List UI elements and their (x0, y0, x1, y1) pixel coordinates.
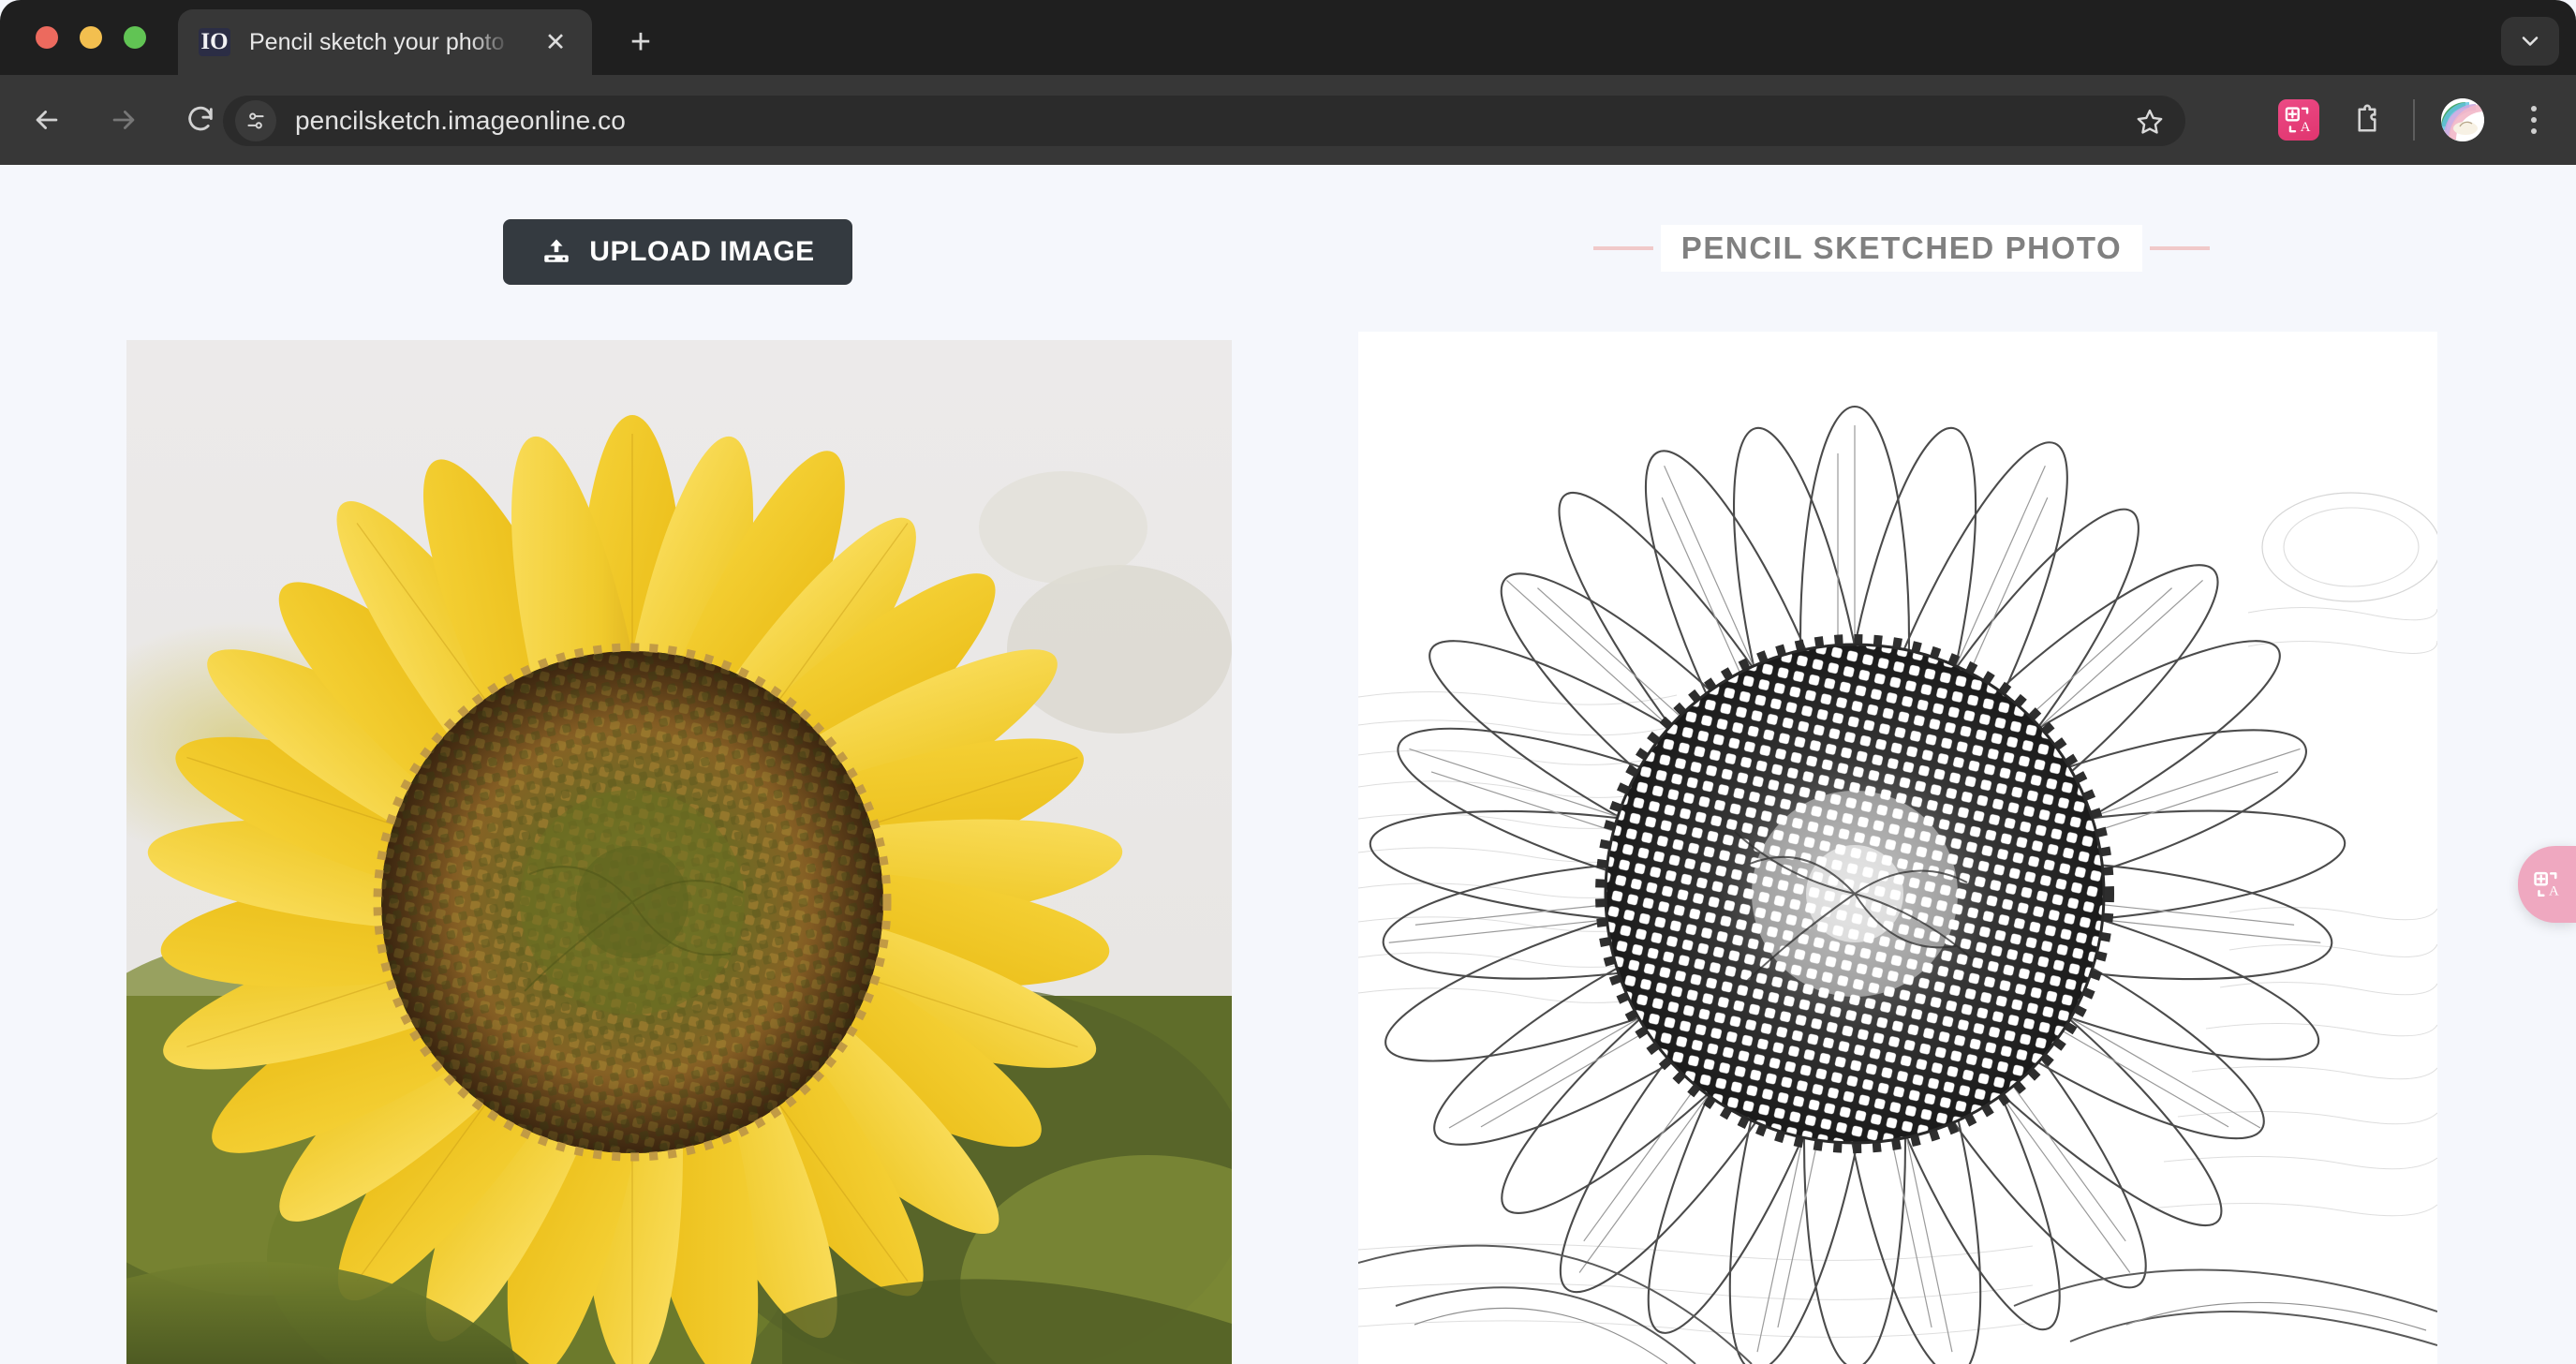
upload-to-drive-icon (544, 239, 569, 262)
address-bar[interactable]: pencilsketch.imageonline.co (223, 96, 2185, 146)
result-heading: PENCIL SKETCHED PHOTO (1592, 224, 2211, 273)
arrow-right-icon (112, 111, 135, 129)
heading-rule-left (1592, 246, 1653, 250)
page-viewport: UPLOAD IMAGE PENCIL SKETCHED PHOTO A (0, 165, 2576, 1364)
star-icon (2137, 109, 2163, 134)
svg-text:A: A (2549, 884, 2559, 899)
reload-button[interactable] (174, 94, 227, 146)
toolbar-divider (2413, 99, 2415, 141)
new-tab-button[interactable]: + (618, 21, 663, 66)
window-controls (36, 26, 146, 49)
close-window-button[interactable] (36, 26, 58, 49)
source-image-panel[interactable] (126, 340, 1232, 1364)
extensions-button[interactable] (2346, 98, 2389, 141)
translate-icon: A (2285, 107, 2311, 135)
upload-image-button[interactable]: UPLOAD IMAGE (503, 219, 852, 285)
site-settings-sliders-icon[interactable] (235, 100, 276, 141)
minimize-window-button[interactable] (80, 26, 102, 49)
sunflower-pencil-sketch (1358, 332, 2437, 1364)
arrow-left-icon (36, 111, 58, 129)
upload-image-label: UPLOAD IMAGE (589, 236, 815, 267)
imageonline-favicon: IO (199, 28, 230, 56)
chevron-down-icon (2522, 37, 2539, 46)
tab-strip: IO Pencil sketch your photo onlin ✕ + (0, 0, 2576, 75)
translate-widget[interactable]: A (2518, 846, 2576, 923)
reload-icon (188, 106, 213, 131)
three-dot-menu-icon[interactable] (2512, 98, 2555, 141)
tab-title: Pencil sketch your photo onlin (249, 28, 511, 55)
browser-tab[interactable]: IO Pencil sketch your photo onlin ✕ (178, 9, 592, 75)
close-tab-button[interactable]: ✕ (540, 26, 571, 58)
translate-button[interactable]: A (2278, 99, 2319, 141)
maximize-window-button[interactable] (124, 26, 146, 49)
tab-search-button[interactable] (2501, 17, 2559, 66)
profile-avatar[interactable] (2441, 98, 2484, 141)
browser-toolbar: pencilsketch.imageonline.co A (0, 75, 2576, 165)
toolbar-right-actions: A (2278, 75, 2576, 165)
forward-button (97, 94, 150, 146)
svg-text:A: A (2301, 120, 2311, 135)
url-text[interactable]: pencilsketch.imageonline.co (295, 106, 626, 136)
sliders-icon (247, 112, 264, 129)
puzzle-piece-icon (2358, 104, 2376, 132)
browser-window: IO Pencil sketch your photo onlin ✕ + (0, 0, 2576, 1364)
heading-rule-right (2150, 246, 2211, 250)
bookmark-button[interactable] (2127, 99, 2172, 144)
translate-icon: A (2534, 871, 2559, 899)
avatar-image (2441, 98, 2484, 141)
result-image-panel[interactable] (1358, 332, 2437, 1364)
back-button[interactable] (21, 94, 73, 146)
result-heading-text: PENCIL SKETCHED PHOTO (1660, 225, 2143, 272)
sunflower-photo (126, 340, 1232, 1364)
